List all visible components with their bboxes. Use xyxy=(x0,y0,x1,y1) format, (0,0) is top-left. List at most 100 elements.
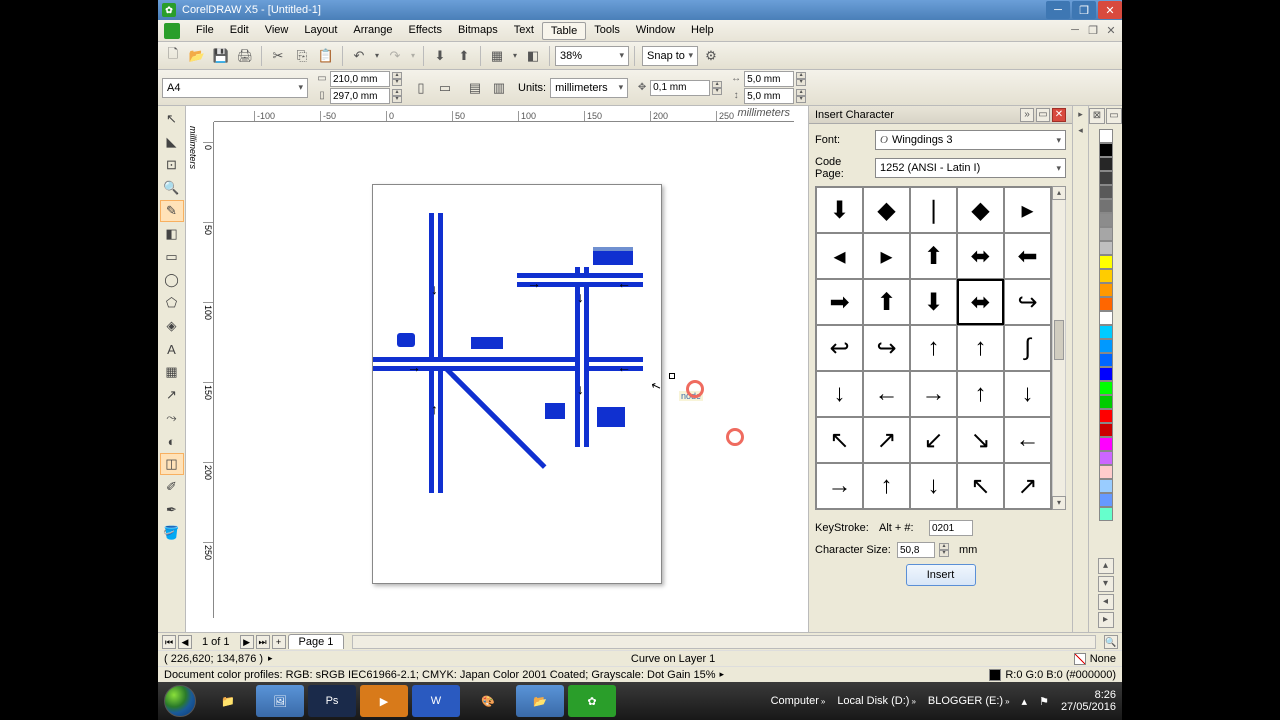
shape-tool[interactable]: ◣ xyxy=(160,131,184,153)
char-cell[interactable]: ↓ xyxy=(1004,371,1051,417)
zoom-tool[interactable]: 🔍 xyxy=(160,177,184,199)
profiles-flyout-icon[interactable]: ▸ xyxy=(719,669,724,680)
export-button[interactable]: ⬆ xyxy=(453,45,475,67)
color-swatch[interactable] xyxy=(1099,507,1113,521)
portrait-button[interactable]: ▯ xyxy=(410,77,432,99)
scroll-up-button[interactable]: ▴ xyxy=(1052,186,1066,200)
node-handle[interactable] xyxy=(669,373,675,379)
next-page-button[interactable]: ▶ xyxy=(240,635,254,649)
zoom-select[interactable]: 38% xyxy=(555,46,629,66)
char-cell[interactable]: ⬅ xyxy=(1004,233,1051,279)
new-button[interactable]: 🗋 xyxy=(162,45,184,67)
color-swatch[interactable] xyxy=(1099,465,1113,479)
menu-table[interactable]: Table xyxy=(542,22,586,40)
char-cell[interactable]: ↑ xyxy=(863,463,910,509)
color-swatch[interactable] xyxy=(1099,129,1113,143)
color-swatch[interactable] xyxy=(1099,241,1113,255)
welcome-button[interactable]: ◧ xyxy=(522,45,544,67)
char-cell[interactable]: ↙ xyxy=(910,417,957,463)
dimension-tool[interactable]: ↗ xyxy=(160,384,184,406)
mdi-restore[interactable]: ❐ xyxy=(1086,24,1100,37)
text-tool[interactable]: A xyxy=(160,338,184,360)
import-button[interactable]: ⬇ xyxy=(429,45,451,67)
mdi-close[interactable]: ✕ xyxy=(1104,24,1118,37)
docker-close-button[interactable]: ✕ xyxy=(1052,108,1066,122)
char-cell[interactable]: ▸ xyxy=(863,233,910,279)
expand-left-button[interactable]: ◂ xyxy=(1074,124,1088,138)
width-spinner[interactable]: ▴▾ xyxy=(392,72,402,86)
color-swatch[interactable] xyxy=(1099,339,1113,353)
paste-button[interactable]: 📋 xyxy=(315,45,337,67)
tray-computer[interactable]: Computer » xyxy=(771,695,826,707)
color-swatch[interactable] xyxy=(1099,269,1113,283)
first-page-button[interactable]: ⏮ xyxy=(162,635,176,649)
options-button[interactable]: ⚙ xyxy=(700,45,722,67)
copy-button[interactable]: ⎘ xyxy=(291,45,313,67)
tray-flag-icon[interactable]: ⚑ xyxy=(1039,695,1049,708)
dupx-spinner[interactable]: ▴▾ xyxy=(796,72,806,86)
nudge-spinner[interactable]: ▴▾ xyxy=(712,81,722,95)
char-cell[interactable]: ➡ xyxy=(816,279,863,325)
color-swatch[interactable] xyxy=(1099,171,1113,185)
docker-undock-button[interactable]: ▭ xyxy=(1036,108,1050,122)
table-tool[interactable]: ▦ xyxy=(160,361,184,383)
task-paint[interactable]: 🎨 xyxy=(464,685,512,717)
color-swatch[interactable] xyxy=(1099,325,1113,339)
char-cell[interactable]: ↖ xyxy=(816,417,863,463)
char-cell[interactable]: ↗ xyxy=(1004,463,1051,509)
drawing-content[interactable]: ↓ ↑ → → ← ↓ ← ↓ ↖ node xyxy=(373,185,661,583)
docker-collapse-button[interactable]: » xyxy=(1020,108,1034,122)
horizontal-scrollbar[interactable] xyxy=(352,635,1096,649)
color-swatch[interactable] xyxy=(1099,255,1113,269)
char-cell[interactable]: ← xyxy=(1004,417,1051,463)
color-swatch[interactable] xyxy=(1099,311,1113,325)
font-combo[interactable]: OWingdings 3 xyxy=(875,130,1066,150)
scroll-down-button[interactable]: ▾ xyxy=(1052,496,1066,510)
undo-button[interactable]: ↶ xyxy=(348,45,370,67)
color-swatch[interactable] xyxy=(1099,479,1113,493)
char-cell[interactable]: ⬇ xyxy=(910,279,957,325)
page-width-field[interactable]: 210,0 mm xyxy=(330,71,390,87)
char-cell[interactable]: ↑ xyxy=(957,325,1004,371)
flyout-icon[interactable]: ▭ xyxy=(1106,108,1122,124)
blend-tool[interactable]: ◐ xyxy=(160,430,184,452)
outline-tool[interactable]: ✒ xyxy=(160,499,184,521)
crop-tool[interactable]: ⊡ xyxy=(160,154,184,176)
char-cell[interactable]: ↗ xyxy=(863,417,910,463)
menu-window[interactable]: Window xyxy=(628,22,683,40)
color-swatch[interactable] xyxy=(1099,395,1113,409)
freehand-tool[interactable]: ✎ xyxy=(160,200,184,222)
task-folder[interactable]: 📂 xyxy=(516,685,564,717)
color-swatch[interactable] xyxy=(1099,451,1113,465)
color-swatch[interactable] xyxy=(1099,227,1113,241)
page-height-field[interactable]: 297,0 mm xyxy=(330,88,390,104)
scroll-thumb[interactable] xyxy=(1054,320,1064,360)
color-swatch[interactable] xyxy=(1099,493,1113,507)
palette-next-button[interactable]: ▸ xyxy=(1098,612,1114,628)
char-cell[interactable]: ⬌ xyxy=(957,233,1004,279)
launcher-button[interactable]: ▦ xyxy=(486,45,508,67)
height-spinner[interactable]: ▴▾ xyxy=(392,89,402,103)
canvas-area[interactable]: millimeters -100-50050100150200250 milli… xyxy=(186,106,808,632)
char-cell[interactable]: ∫ xyxy=(1004,325,1051,371)
menu-tools[interactable]: Tools xyxy=(586,22,628,40)
codepage-combo[interactable]: 1252 (ANSI - Latin I) xyxy=(875,158,1066,178)
eyedropper-tool[interactable]: ✐ xyxy=(160,476,184,498)
menu-layout[interactable]: Layout xyxy=(296,22,345,40)
insert-button[interactable]: Insert xyxy=(906,564,976,586)
ellipse-tool[interactable]: ◯ xyxy=(160,269,184,291)
color-swatch[interactable] xyxy=(1099,297,1113,311)
altnum-field[interactable]: 0201 xyxy=(929,520,973,536)
pick-tool[interactable]: ↖ xyxy=(160,108,184,130)
all-pages-button[interactable]: ▤ xyxy=(464,77,486,99)
task-word[interactable]: W xyxy=(412,685,460,717)
menu-file[interactable]: File xyxy=(188,22,222,40)
charsize-spinner[interactable]: ▴▾ xyxy=(939,543,949,557)
color-swatch[interactable] xyxy=(1099,437,1113,451)
palette-prev-button[interactable]: ◂ xyxy=(1098,594,1114,610)
char-cell[interactable]: ◆ xyxy=(863,187,910,233)
char-cell[interactable]: ⬌ xyxy=(957,279,1004,325)
horizontal-ruler[interactable]: millimeters -100-50050100150200250 xyxy=(214,106,794,122)
redo-dropdown[interactable]: ▾ xyxy=(408,45,418,67)
char-cell[interactable]: ↘ xyxy=(957,417,1004,463)
